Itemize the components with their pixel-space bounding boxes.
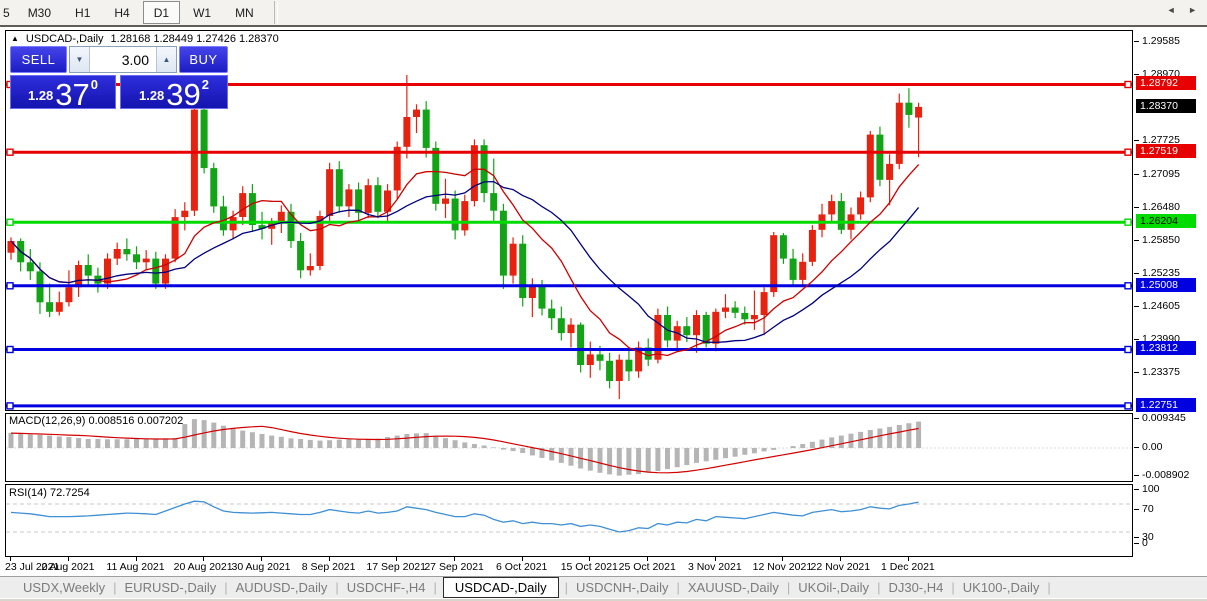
chevron-up-icon: ▲ <box>162 55 171 64</box>
symbol-tab-usdchf-h4[interactable]: USDCHF-,H4 <box>340 579 433 596</box>
tab-separator: | <box>224 580 228 595</box>
symbol-tab-dj30-h4[interactable]: DJ30-,H4 <box>881 579 950 596</box>
one-click-trading-panel: SELL ▼ 3.00 ▲ BUY 1.28 37 0 1.28 39 2 <box>10 46 228 112</box>
tabs-scroll-left-icon[interactable]: ◄ <box>1167 5 1181 15</box>
tab-separator: | <box>335 580 339 595</box>
hline-price-label: 1.25008 <box>1136 277 1196 292</box>
timeframe-mn-button[interactable]: MN <box>224 1 265 24</box>
tabbar-scroll-arrows: ◄ ► <box>1167 5 1202 15</box>
macd-axis-tick: -0.008902 <box>1134 469 1189 481</box>
date-axis-label: 25 Oct 2021 <box>618 561 676 573</box>
symbol-tab-uk100-daily[interactable]: UK100-,Daily <box>956 579 1047 596</box>
volume-increase-button[interactable]: ▲ <box>156 47 176 72</box>
rsi-axis-tick: 0 <box>1134 537 1148 549</box>
volume-spinner: ▼ 3.00 ▲ <box>69 46 177 73</box>
rsi-chart[interactable] <box>6 485 1132 556</box>
date-axis-label: 12 Nov 2021 <box>752 561 813 573</box>
timeframe-m5-button[interactable]: 5 <box>1 1 15 24</box>
chart-ohlc-values: 1.28168 1.28449 1.27426 1.28370 <box>110 33 279 45</box>
tab-separator: | <box>951 580 955 595</box>
buy-button[interactable]: BUY <box>179 46 228 73</box>
sell-price-small: 1.28 <box>27 88 54 103</box>
buy-price-small: 1.28 <box>138 88 165 103</box>
tab-separator: | <box>564 580 569 595</box>
macd-axis-tick: 0.00 <box>1134 441 1162 453</box>
date-axis-label: 30 Aug 2021 <box>231 561 291 573</box>
symbol-tab-xauusd-daily[interactable]: XAUUSD-,Daily <box>681 579 786 596</box>
collapse-triangle-icon[interactable]: ▲ <box>11 35 19 43</box>
rsi-axis-tick: 100 <box>1134 483 1160 495</box>
price-axis-tick: 1.23375 <box>1134 366 1180 378</box>
date-axis[interactable]: 23 Jul 2021 2 Aug 2021 11 Aug 2021 20 Aug 2… <box>5 557 1133 574</box>
date-axis-label: 2 Aug 2021 <box>41 561 95 573</box>
macd-header-label: MACD(12,26,9) 0.008516 0.007202 <box>9 415 184 427</box>
timeframe-toolbar: 5 M30 H1 H4 D1 W1 MN <box>0 0 1207 27</box>
date-axis-label: 1 Dec 2021 <box>881 561 935 573</box>
price-axis-tick: 1.25850 <box>1134 234 1180 246</box>
price-axis-tick: 1.24605 <box>1134 300 1180 312</box>
tab-separator: | <box>786 580 791 595</box>
rsi-header-label: RSI(14) 72.7254 <box>9 487 90 499</box>
symbol-tab-eurusd-daily[interactable]: EURUSD-,Daily <box>118 579 224 596</box>
sell-price-big: 37 <box>55 77 90 112</box>
hline-price-label: 1.27519 <box>1136 144 1196 159</box>
macd-axis-tick: 0.009345 <box>1134 412 1186 424</box>
rsi-axis-tick: 70 <box>1134 503 1154 515</box>
hline-price-label: 1.23812 <box>1136 341 1196 356</box>
tab-separator: | <box>433 580 437 595</box>
sell-price-sup: 0 <box>90 77 99 92</box>
symbol-tabbar: USDX,Weekly | EURUSD-,Daily | AUDUSD-,Daily |… <box>0 576 1207 598</box>
date-axis-label: 17 Sep 2021 <box>366 561 426 573</box>
tab-separator: | <box>877 580 881 595</box>
buy-price-sup: 2 <box>201 77 210 92</box>
trading-terminal-window: 5 M30 H1 H4 D1 W1 MN ▲ USDCAD-,Daily 1.2… <box>0 0 1207 601</box>
date-axis-label: 22 Nov 2021 <box>810 561 871 573</box>
price-axis-tick: 1.26480 <box>1134 201 1180 213</box>
tabs-scroll-right-icon[interactable]: ► <box>1188 5 1202 15</box>
date-axis-label: 6 Oct 2021 <box>496 561 548 573</box>
timeframe-w1-button[interactable]: W1 <box>182 1 222 24</box>
timeframe-h4-button[interactable]: H4 <box>103 1 140 24</box>
price-axis-tick: 1.29585 <box>1134 35 1180 47</box>
volume-input[interactable]: 3.00 <box>90 47 156 72</box>
symbol-tab-ukoil-daily[interactable]: UKOil-,Daily <box>791 579 876 596</box>
date-axis-label: 20 Aug 2021 <box>173 561 233 573</box>
sell-price-display[interactable]: 1.28 37 0 <box>10 75 116 112</box>
chart-symbol-label: USDCAD-,Daily <box>25 33 104 45</box>
hline-price-label: 1.26204 <box>1136 214 1196 229</box>
chevron-down-icon: ▼ <box>75 55 84 64</box>
symbol-tab-usdcad-daily[interactable]: USDCAD-,Daily <box>442 577 559 598</box>
date-axis-label: 8 Sep 2021 <box>301 561 356 573</box>
timeframe-m30-button[interactable]: M30 <box>17 1 62 24</box>
hline-price-label: 1.22751 <box>1136 397 1196 412</box>
timeframe-h1-button[interactable]: H1 <box>64 1 101 24</box>
hline-price-label: 1.28792 <box>1136 76 1196 91</box>
tab-separator: | <box>676 580 680 595</box>
current-price-label: 1.28370 <box>1136 98 1196 113</box>
sell-button[interactable]: SELL <box>10 46 67 73</box>
buy-price-display[interactable]: 1.28 39 2 <box>120 75 228 112</box>
volume-decrease-button[interactable]: ▼ <box>70 47 90 72</box>
symbol-tab-usdcnh-daily[interactable]: USDCNH-,Daily <box>569 579 675 596</box>
price-axis-tick: 1.27095 <box>1134 168 1180 180</box>
tab-separator: | <box>113 580 117 595</box>
timeframe-d1-button[interactable]: D1 <box>142 1 181 24</box>
date-axis-label: 27 Sep 2021 <box>424 561 484 573</box>
toolbar-separator <box>273 1 278 24</box>
tab-separator: | <box>1047 580 1051 595</box>
symbol-tab-audusd-daily[interactable]: AUDUSD-,Daily <box>229 579 335 596</box>
symbol-tab-usdx-weekly[interactable]: USDX,Weekly <box>16 579 112 596</box>
date-axis-label: 3 Nov 2021 <box>687 561 742 573</box>
buy-price-big: 39 <box>166 77 201 112</box>
rsi-pane[interactable] <box>5 484 1133 557</box>
chart-title: ▲ USDCAD-,Daily 1.28168 1.28449 1.27426 … <box>11 33 279 45</box>
price-axis[interactable]: 1.29585 1.28970 1.27725 1.27095 1.26480 1.258… <box>1134 30 1207 576</box>
date-axis-label: 11 Aug 2021 <box>106 561 165 573</box>
date-axis-label: 15 Oct 2021 <box>560 561 618 573</box>
